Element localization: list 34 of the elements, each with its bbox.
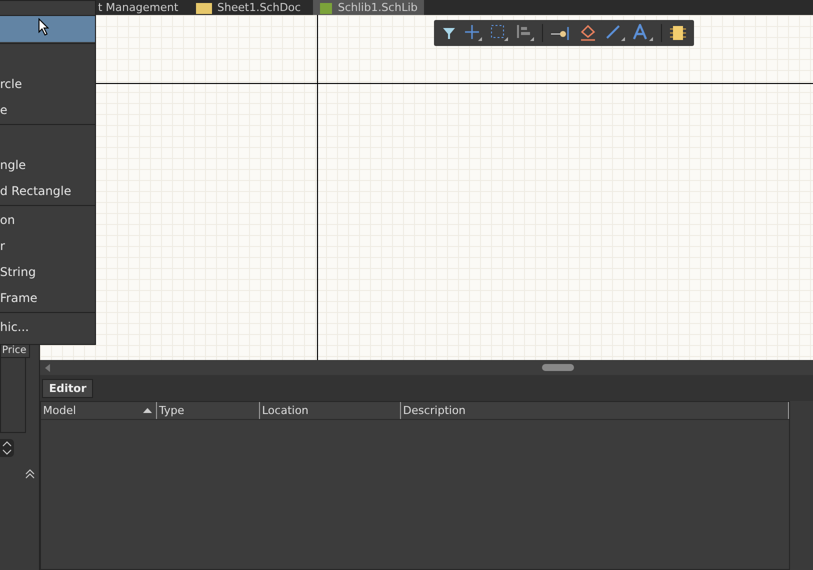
select-rectangle-icon[interactable] [490, 24, 508, 42]
tab-label: Sheet1.SchDoc [217, 1, 301, 14]
component-icon[interactable] [670, 25, 686, 41]
mouse-pointer-icon [38, 18, 50, 36]
spinner-control[interactable] [0, 439, 14, 457]
tab-label: Schlib1.SchLib [338, 1, 418, 14]
document-tab[interactable]: t Management [92, 0, 184, 15]
filter-icon[interactable] [442, 26, 456, 40]
menu-item[interactable]: Frame [0, 285, 95, 311]
align-icon[interactable] [516, 24, 534, 42]
document-tab[interactable]: Schlib1.SchLib [312, 0, 424, 15]
menu-item[interactable]: e [0, 97, 95, 123]
column-header[interactable]: Model [41, 402, 157, 419]
scrollbar-thumb[interactable] [542, 364, 574, 371]
menu-item[interactable]: ngle [0, 152, 95, 178]
menu-item[interactable]: r [0, 233, 95, 259]
scroll-left-icon[interactable] [45, 364, 51, 372]
line-icon[interactable] [605, 24, 625, 42]
crosshair-icon[interactable] [464, 24, 482, 42]
panel-tab[interactable]: Editor [42, 378, 94, 398]
text-icon[interactable] [633, 24, 653, 42]
menu-item[interactable]: hic... [0, 314, 95, 340]
column-header[interactable]: Location [260, 402, 401, 419]
diamond-icon[interactable] [579, 25, 597, 41]
menu-item[interactable]: rcle [0, 71, 95, 97]
menu-item[interactable]: on [0, 207, 95, 233]
menu-item[interactable]: d Rectangle [0, 178, 95, 204]
column-header[interactable]: Description [401, 402, 789, 419]
menu-item[interactable]: String [0, 259, 95, 285]
collapse-icon[interactable] [25, 469, 35, 479]
document-tab[interactable]: Sheet1.SchDoc [190, 0, 307, 15]
tab-label: t Management [98, 1, 178, 14]
pin-icon[interactable] [551, 25, 571, 41]
column-header[interactable]: Type [157, 402, 260, 419]
